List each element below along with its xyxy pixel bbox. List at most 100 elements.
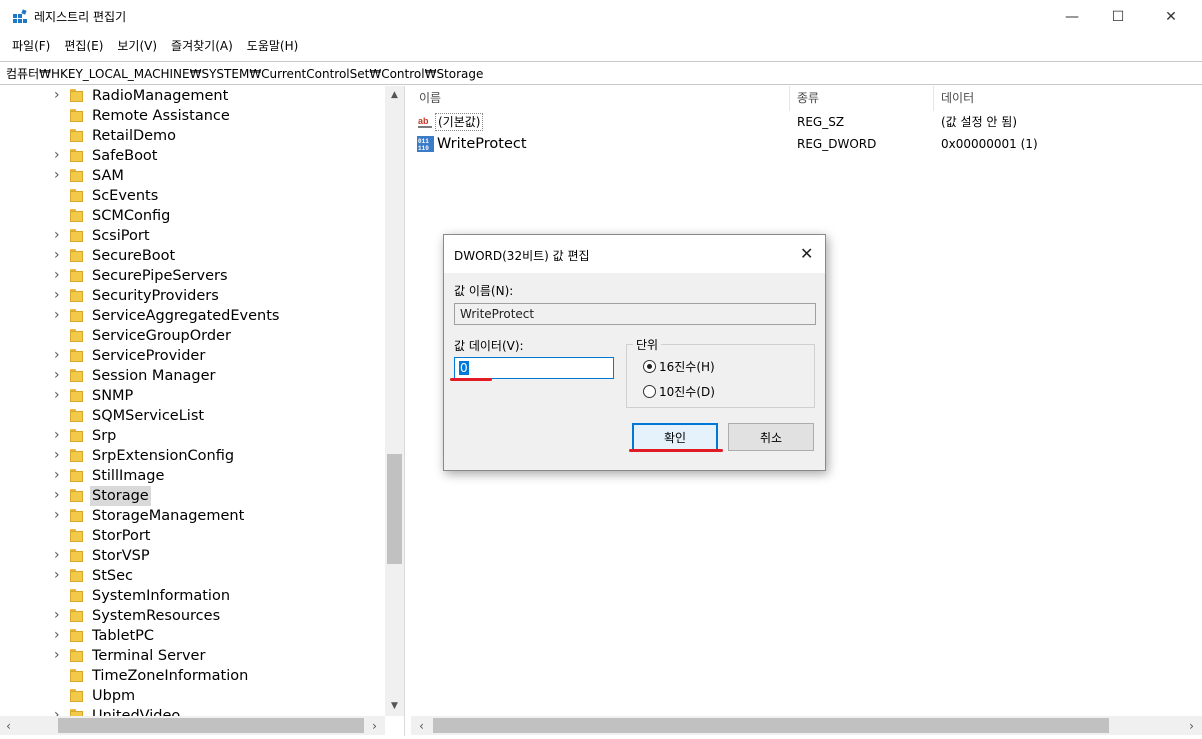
column-data-header[interactable]: 데이터 <box>933 86 974 111</box>
minimize-button[interactable]: — <box>1049 0 1095 34</box>
chevron-right-icon[interactable]: › <box>54 87 64 103</box>
chevron-right-icon[interactable]: › <box>54 267 64 283</box>
tree-item-label: SCMConfig <box>92 208 171 224</box>
menu-view[interactable]: 보기(V) <box>110 37 164 54</box>
tree-item[interactable]: › SAM <box>0 166 384 186</box>
tree-item-label: SQMServiceList <box>92 408 205 424</box>
chevron-right-icon[interactable]: › <box>54 367 64 383</box>
maximize-button[interactable]: ☐ <box>1095 0 1141 34</box>
tree-item[interactable]: › SecurityProviders <box>0 286 384 306</box>
tree-item-label: ScEvents <box>92 188 159 204</box>
tree-item[interactable]: SQMServiceList <box>0 406 384 426</box>
tree-item-label: TimeZoneInformation <box>92 668 249 684</box>
folder-icon <box>68 689 84 703</box>
tree-item[interactable]: SystemInformation <box>0 586 384 606</box>
scroll-left-icon[interactable]: ‹ <box>413 716 430 735</box>
column-type-header[interactable]: 종류 <box>789 86 819 111</box>
tree-item[interactable]: SCMConfig <box>0 206 384 226</box>
chevron-right-icon[interactable]: › <box>54 447 64 463</box>
column-name-header[interactable]: 이름 <box>411 86 441 111</box>
chevron-right-icon[interactable]: › <box>54 427 64 443</box>
string-value-icon: ab <box>417 114 434 130</box>
chevron-right-icon[interactable]: › <box>54 627 64 643</box>
tree-item[interactable]: ScEvents <box>0 186 384 206</box>
scroll-thumb[interactable] <box>433 718 1109 733</box>
chevron-right-icon[interactable]: › <box>54 567 64 583</box>
address-bar[interactable]: 컴퓨터₩HKEY_LOCAL_MACHINE₩SYSTEM₩CurrentCon… <box>0 61 1202 85</box>
cancel-button[interactable]: 취소 <box>728 423 814 451</box>
tree-item[interactable]: › Srp <box>0 426 384 446</box>
chevron-right-icon[interactable]: › <box>54 287 64 303</box>
tree-item[interactable]: RetailDemo <box>0 126 384 146</box>
tree-item[interactable]: › SecureBoot <box>0 246 384 266</box>
tree-item[interactable]: › SystemResources <box>0 606 384 626</box>
tree-item[interactable]: › ServiceProvider <box>0 346 384 366</box>
minimize-icon: — <box>1065 9 1079 25</box>
tree-vertical-scrollbar[interactable]: ▲ ▼ <box>385 86 404 716</box>
tree-item[interactable]: › StorageManagement <box>0 506 384 526</box>
tree-item[interactable]: › StillImage <box>0 466 384 486</box>
chevron-right-icon[interactable]: › <box>54 507 64 523</box>
tree-item[interactable]: › SecurePipeServers <box>0 266 384 286</box>
tree-item[interactable]: › RadioManagement <box>0 86 384 106</box>
list-horizontal-scrollbar[interactable]: ‹ › <box>411 716 1202 735</box>
tree-item[interactable]: › Session Manager <box>0 366 384 386</box>
scroll-right-icon[interactable]: › <box>366 716 383 735</box>
scroll-right-icon[interactable]: › <box>1183 716 1200 735</box>
menu-favorites[interactable]: 즐겨찾기(A) <box>164 37 240 54</box>
tree-item[interactable]: › ServiceAggregatedEvents <box>0 306 384 326</box>
highlight-underline <box>629 449 723 452</box>
chevron-right-icon[interactable]: › <box>54 487 64 503</box>
chevron-right-icon[interactable]: › <box>54 707 64 716</box>
value-type: REG_DWORD <box>797 137 877 151</box>
value-data-input[interactable]: 0 <box>454 357 614 379</box>
tree-item[interactable]: › SNMP <box>0 386 384 406</box>
close-button[interactable]: ✕ <box>1148 0 1194 34</box>
tree-item[interactable]: › StSec <box>0 566 384 586</box>
chevron-right-icon[interactable]: › <box>54 307 64 323</box>
ok-button[interactable]: 확인 <box>632 423 718 451</box>
chevron-right-icon[interactable]: › <box>54 167 64 183</box>
chevron-right-icon[interactable]: › <box>54 147 64 163</box>
tree-item-label: SNMP <box>92 388 134 404</box>
menu-file[interactable]: 파일(F) <box>5 37 57 54</box>
chevron-right-icon[interactable]: › <box>54 547 64 563</box>
radio-decimal[interactable]: 10진수(D) <box>643 382 753 400</box>
value-row[interactable]: ab (기본값) REG_SZ (값 설정 안 됨) <box>411 111 1202 133</box>
chevron-right-icon[interactable]: › <box>54 247 64 263</box>
tree-item[interactable]: StorPort <box>0 526 384 546</box>
tree-item[interactable]: › SafeBoot <box>0 146 384 166</box>
chevron-right-icon[interactable]: › <box>54 647 64 663</box>
tree-item[interactable]: Ubpm <box>0 686 384 706</box>
chevron-right-icon[interactable]: › <box>54 387 64 403</box>
radio-hex[interactable]: 16진수(H) <box>643 357 753 375</box>
folder-icon <box>68 709 84 716</box>
tree-item[interactable]: › SrpExtensionConfig <box>0 446 384 466</box>
tree-item[interactable]: › UnitedVideo <box>0 706 384 716</box>
tree-item[interactable]: Remote Assistance <box>0 106 384 126</box>
tree-item-label: ServiceProvider <box>92 348 206 364</box>
scroll-down-icon[interactable]: ▼ <box>385 697 404 714</box>
chevron-right-icon[interactable]: › <box>54 347 64 363</box>
tree-item[interactable]: TimeZoneInformation <box>0 666 384 686</box>
chevron-right-icon[interactable]: › <box>54 607 64 623</box>
chevron-right-icon[interactable]: › <box>54 227 64 243</box>
tree-item[interactable]: › Storage <box>0 486 384 506</box>
menu-help[interactable]: 도움말(H) <box>240 37 306 54</box>
tree-item-label: UnitedVideo <box>92 708 181 716</box>
folder-icon <box>68 589 84 603</box>
scroll-thumb[interactable] <box>58 718 364 733</box>
value-row[interactable]: 011 110 WriteProtect REG_DWORD 0x0000000… <box>411 133 1202 155</box>
menu-edit[interactable]: 편집(E) <box>57 37 110 54</box>
tree-item[interactable]: › TabletPC <box>0 626 384 646</box>
scroll-thumb[interactable] <box>387 454 402 564</box>
dialog-close-icon[interactable]: ✕ <box>800 244 813 263</box>
tree-item[interactable]: › StorVSP <box>0 546 384 566</box>
tree-item[interactable]: › Terminal Server <box>0 646 384 666</box>
tree-horizontal-scrollbar[interactable]: ‹ › <box>0 716 385 735</box>
chevron-right-icon[interactable]: › <box>54 467 64 483</box>
scroll-left-icon[interactable]: ‹ <box>0 716 17 735</box>
tree-item[interactable]: › ScsiPort <box>0 226 384 246</box>
tree-item[interactable]: ServiceGroupOrder <box>0 326 384 346</box>
scroll-up-icon[interactable]: ▲ <box>385 86 404 103</box>
